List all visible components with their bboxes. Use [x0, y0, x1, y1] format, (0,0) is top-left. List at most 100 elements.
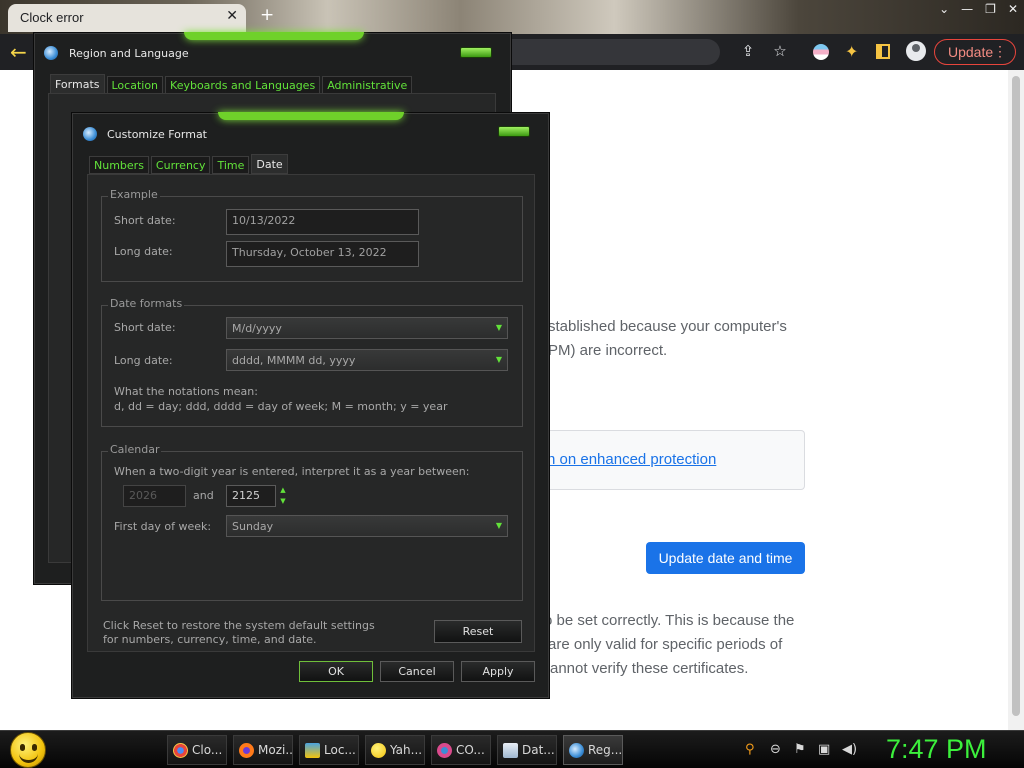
close-icon[interactable]: ✕: [226, 8, 238, 24]
customize-format-dialog: Customize Format Numbers Currency Time D…: [71, 112, 550, 699]
taskbar-item-yahoo[interactable]: Yah...: [365, 735, 425, 765]
long-date-format-value: dddd, MMMM dd, yyyy: [232, 354, 356, 367]
long-date-example: Thursday, October 13, 2022: [226, 241, 419, 267]
tab-currency[interactable]: Currency: [150, 156, 211, 174]
dialog-close-button[interactable]: [498, 126, 530, 137]
dialog-close-button[interactable]: [460, 47, 492, 58]
tab-formats[interactable]: Formats: [50, 74, 105, 94]
profile-avatar-icon[interactable]: [906, 41, 926, 61]
taskbar-item-label: Clo...: [192, 743, 223, 757]
title-glow: [184, 32, 364, 40]
restore-button[interactable]: ❐: [985, 2, 996, 16]
taskbar-item-mozilla[interactable]: Mozi...: [233, 735, 293, 765]
tab-search-icon[interactable]: ⌄: [939, 2, 949, 16]
tab-date[interactable]: Date: [251, 154, 288, 174]
taskbar-item-location[interactable]: Loc...: [299, 735, 359, 765]
search-icon[interactable]: ⚲: [745, 742, 755, 757]
tab-numbers[interactable]: Numbers: [89, 156, 149, 174]
taskbar-item-label: Mozi...: [258, 743, 293, 757]
short-date-format-label: Short date:: [114, 321, 176, 334]
short-date-label: Short date:: [114, 214, 176, 227]
bookmark-star-icon[interactable]: ☆: [770, 42, 790, 60]
status-icon[interactable]: ⊖: [770, 742, 781, 757]
title-glow: [218, 112, 404, 120]
reset-description: Click Reset to restore the system defaul…: [103, 619, 375, 646]
dialog-title: Region and Language: [69, 47, 189, 60]
taskbar-item-chrome[interactable]: Clo...: [167, 735, 227, 765]
short-date-format-value: M/d/yyyy: [232, 322, 282, 335]
taskbar-item-date[interactable]: Dat...: [497, 735, 557, 765]
volume-icon[interactable]: ◀): [842, 742, 857, 757]
globe-icon: [83, 127, 97, 141]
reset-button[interactable]: Reset: [434, 620, 522, 643]
short-date-format-select[interactable]: M/d/yyyy ▼: [226, 317, 508, 339]
short-date-example: 10/13/2022: [226, 209, 419, 235]
update-label: Update: [948, 44, 994, 60]
explanation-line: o be set correctly. This is because the: [544, 612, 795, 629]
control-panel-icon: [437, 743, 452, 758]
group-title: Example: [108, 188, 160, 201]
first-day-select[interactable]: Sunday ▼: [226, 515, 508, 537]
group-title: Date formats: [108, 297, 185, 310]
globe-icon: [569, 743, 584, 758]
year-from-field: 2026: [123, 485, 186, 507]
back-arrow-icon[interactable]: ←: [10, 40, 27, 64]
browser-tab-clock-error[interactable]: Clock error ✕: [8, 4, 246, 32]
year-spinner-icon[interactable]: ▲ ▼: [278, 485, 288, 507]
notation-title: What the notations mean:: [114, 385, 258, 398]
taskbar-item-label: Loc...: [324, 743, 356, 757]
enhanced-protection-link[interactable]: n on enhanced protection: [547, 451, 716, 468]
flag-extension-icon[interactable]: [813, 44, 829, 60]
new-tab-button[interactable]: +: [260, 5, 274, 25]
start-smiley-icon[interactable]: [10, 732, 46, 768]
chevron-down-icon: ▼: [495, 323, 502, 332]
minimize-button[interactable]: —: [961, 2, 973, 16]
share-icon[interactable]: ⇪: [738, 42, 758, 60]
example-group: Example Short date: 10/13/2022 Long date…: [101, 188, 523, 282]
explanation-line: annot verify these certificates.: [550, 660, 749, 677]
long-date-label: Long date:: [114, 245, 173, 258]
menu-dots-icon: ⋮: [993, 43, 1007, 59]
tab-location[interactable]: Location: [106, 76, 164, 94]
dialog-title: Customize Format: [107, 128, 207, 141]
browser-tab-title: Clock error: [20, 10, 84, 25]
group-title: Calendar: [108, 443, 162, 456]
side-panel-icon[interactable]: [876, 44, 890, 59]
two-digit-year-label: When a two-digit year is entered, interp…: [114, 465, 470, 478]
taskbar-item-co[interactable]: CO...: [431, 735, 491, 765]
window-close-button[interactable]: ✕: [1008, 2, 1018, 16]
taskbar-clock[interactable]: 7:47 PM: [886, 734, 987, 765]
cancel-button[interactable]: Cancel: [380, 661, 454, 682]
firefox-icon: [239, 743, 254, 758]
explanation-line: are only valid for specific periods of: [548, 636, 783, 653]
error-paragraph-line: stablished because your computer's: [548, 318, 787, 335]
error-paragraph-line: PM) are incorrect.: [548, 342, 668, 359]
taskbar-item-region[interactable]: Reg...: [563, 735, 623, 765]
date-formats-group: Date formats Short date: M/d/yyyy ▼ Long…: [101, 297, 523, 427]
chrome-icon: [173, 743, 188, 758]
region-tabs: Formats Location Keyboards and Languages…: [50, 74, 414, 94]
window-controls: ⌄ — ❐ ✕: [939, 2, 1018, 16]
action-center-flag-icon[interactable]: ⚑: [794, 742, 806, 757]
chrome-update-button[interactable]: Update ⋮: [934, 39, 1016, 65]
taskbar: Clo... Mozi... Loc... Yah... CO... Dat..…: [0, 730, 1024, 768]
long-date-format-select[interactable]: dddd, MMMM dd, yyyy ▼: [226, 349, 508, 371]
tab-keyboards-languages[interactable]: Keyboards and Languages: [165, 76, 321, 94]
scrollbar-thumb[interactable]: [1012, 76, 1020, 716]
date-time-icon: [503, 743, 518, 758]
tab-time[interactable]: Time: [212, 156, 250, 174]
calendar-group: Calendar When a two-digit year is entere…: [101, 443, 523, 601]
network-icon[interactable]: ▣: [818, 742, 830, 757]
first-day-value: Sunday: [232, 520, 274, 533]
first-day-label: First day of week:: [114, 520, 212, 533]
apply-button[interactable]: Apply: [461, 661, 535, 682]
year-to-input[interactable]: 2125: [226, 485, 276, 507]
extensions-puzzle-icon[interactable]: ✦: [845, 42, 858, 61]
taskbar-item-label: Yah...: [390, 743, 423, 757]
chevron-down-icon: ▼: [495, 355, 502, 364]
ok-button[interactable]: OK: [299, 661, 373, 682]
update-date-time-button[interactable]: Update date and time: [646, 542, 805, 574]
page-scrollbar[interactable]: [1008, 70, 1024, 730]
tab-administrative[interactable]: Administrative: [322, 76, 413, 94]
yahoo-smiley-icon: [371, 743, 386, 758]
